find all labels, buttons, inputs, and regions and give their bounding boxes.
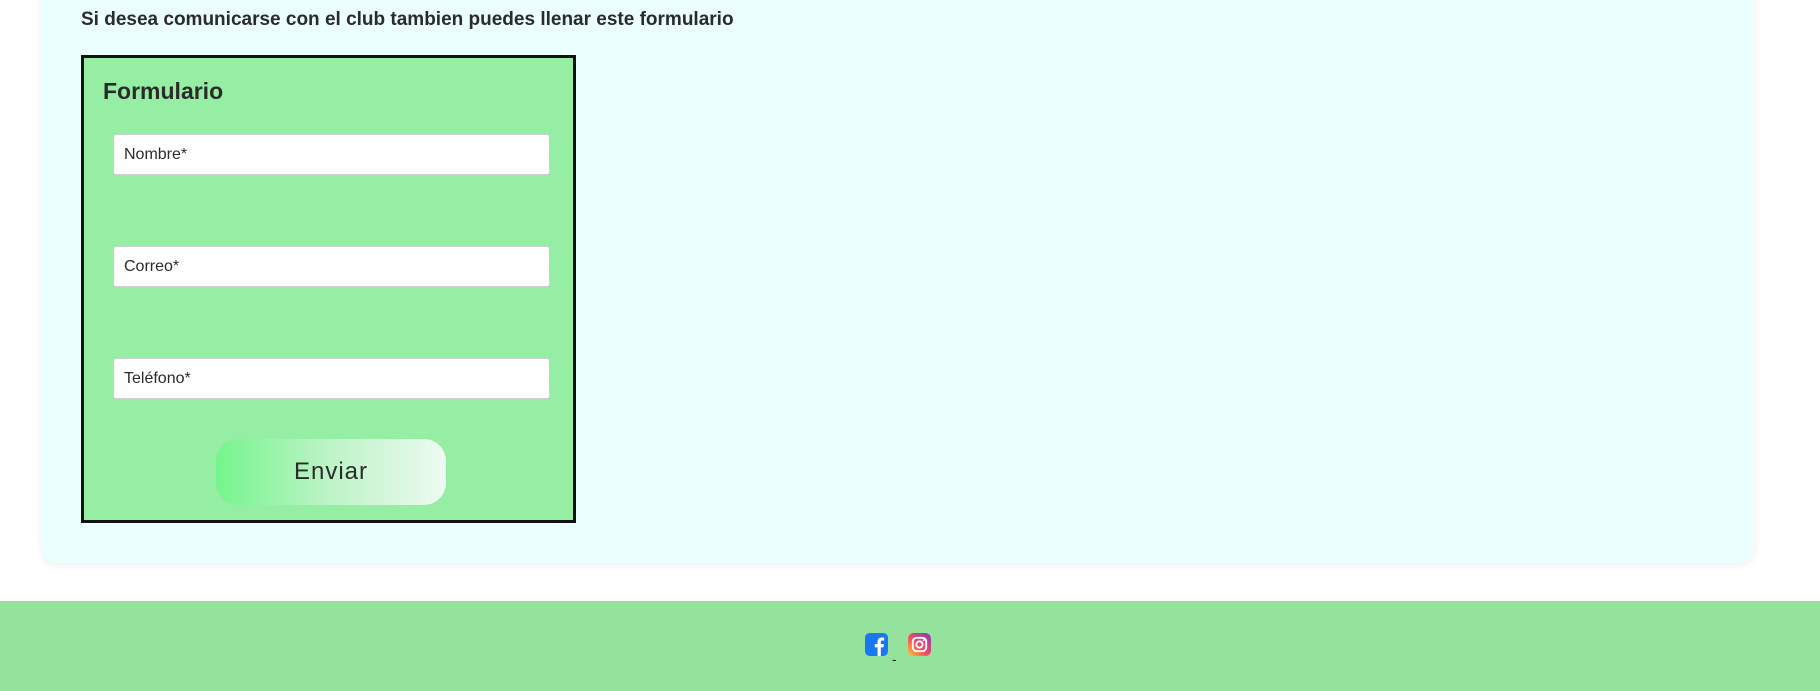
footer-text: -: [892, 651, 897, 667]
submit-button[interactable]: Enviar: [216, 439, 446, 505]
contact-form: Formulario Enviar: [81, 55, 576, 523]
instagram-icon: [908, 633, 931, 656]
facebook-icon: [865, 633, 888, 656]
facebook-link[interactable]: [865, 633, 888, 656]
phone-input[interactable]: [113, 358, 550, 399]
email-input[interactable]: [113, 246, 550, 287]
name-input[interactable]: [113, 134, 550, 175]
footer: -: [0, 601, 1820, 691]
instagram-link[interactable]: [908, 633, 931, 656]
contact-intro-text: Si desea comunicarse con el club tambien…: [81, 9, 734, 30]
form-title: Formulario: [103, 78, 224, 104]
